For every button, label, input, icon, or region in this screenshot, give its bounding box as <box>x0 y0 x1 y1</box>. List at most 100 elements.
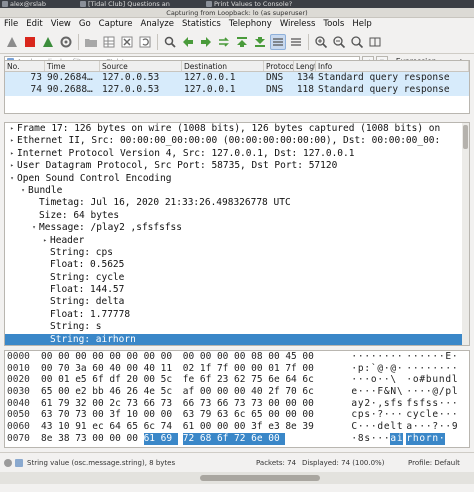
hex-byte[interactable]: 75 <box>251 374 268 386</box>
expand-arrow-right-icon[interactable]: ▸ <box>7 123 17 135</box>
stop-square-icon[interactable] <box>22 34 38 50</box>
menu-statistics[interactable]: Statistics <box>182 19 221 29</box>
hex-byte[interactable]: 00 <box>285 409 302 421</box>
hex-byte[interactable]: 6c <box>234 409 251 421</box>
hex-byte[interactable]: 6e <box>251 432 269 445</box>
hex-byte[interactable]: 63 <box>41 409 58 421</box>
hex-byte[interactable]: 8e <box>285 421 302 433</box>
menu-view[interactable]: View <box>51 19 71 29</box>
hex-byte[interactable]: 79 <box>200 409 217 421</box>
hex-byte[interactable]: 00 <box>302 409 319 421</box>
status-profile[interactable]: Profile: Default <box>408 459 474 467</box>
ascii-char[interactable]: · <box>438 432 445 445</box>
menu-help[interactable]: Help <box>352 19 371 29</box>
hex-byte[interactable]: 00 <box>144 351 161 363</box>
hex-byte[interactable]: 3f <box>109 409 126 421</box>
shark-fin-icon[interactable] <box>4 34 20 50</box>
hex-byte[interactable]: 72 <box>234 432 252 445</box>
hex-byte[interactable]: fe <box>183 374 200 386</box>
menu-tools[interactable]: Tools <box>323 19 344 29</box>
browser-tab[interactable]: [Tidal Club] Questions an <box>78 0 182 8</box>
hex-byte[interactable]: 00 <box>161 351 178 363</box>
hex-byte[interactable]: 3f <box>251 421 268 433</box>
hex-byte[interactable]: 6e <box>268 374 285 386</box>
expand-arrow-right-icon[interactable]: ▸ <box>7 148 17 160</box>
expert-info-icon[interactable] <box>4 458 12 467</box>
hex-byte[interactable]: 00 <box>302 351 319 363</box>
ascii-bytes[interactable]: · · · o · · \ · o # b u n d l <box>341 374 461 386</box>
tree-item[interactable]: ▸ Ethernet II, Src: 00:00:00_00:00:00 (00… <box>5 135 469 147</box>
hex-byte[interactable]: 79 <box>58 398 75 410</box>
hex-byte[interactable]: 26 <box>126 386 143 398</box>
expand-arrow-down-icon[interactable]: ▾ <box>7 173 17 185</box>
ascii-bytes[interactable]: c p s ·? · · · c y c l e · · · <box>341 409 461 421</box>
hex-byte[interactable]: 00 <box>234 363 251 375</box>
hex-byte[interactable]: 74 <box>161 421 178 433</box>
hex-byte[interactable]: 00 <box>200 421 217 433</box>
hex-row[interactable]: 0070 8e 38 73 00 00 00 61 69 72 68 6f 72 6e 00 · 8 s · · · a i… <box>5 432 469 445</box>
restart-fin-icon[interactable] <box>40 34 56 50</box>
hex-byte[interactable]: 38 <box>58 433 75 445</box>
tree-item[interactable]: ▾ Bundle <box>5 185 469 197</box>
tree-item[interactable]: ▸ User Datagram Protocol, Src Port: 58735… <box>5 160 469 172</box>
hex-byte[interactable]: 70 <box>58 363 75 375</box>
menu-go[interactable]: Go <box>79 19 91 29</box>
column-info[interactable]: Info <box>316 61 469 71</box>
expand-arrow-down-icon[interactable]: ▾ <box>18 185 28 197</box>
ascii-bytes[interactable]: · 8 s · · · a i r h o r n · <box>341 432 461 445</box>
hex-byte[interactable]: 00 <box>268 409 285 421</box>
menu-capture[interactable]: Capture <box>99 19 133 29</box>
hex-byte[interactable]: 00 <box>268 351 285 363</box>
ascii-bytes[interactable]: C · · · d e l t a · · ·? · · 9 <box>341 421 461 433</box>
hex-byte[interactable]: 00 <box>92 409 109 421</box>
hex-byte[interactable]: 23 <box>217 374 234 386</box>
file-grid-icon[interactable] <box>101 34 117 50</box>
tree-item[interactable]: String: cps <box>5 247 469 259</box>
tree-item[interactable]: ▸ Frame 17: 126 bytes on wire (1008 bits)… <box>5 123 469 135</box>
hex-byte[interactable]: e5 <box>75 374 92 386</box>
hex-byte[interactable]: 00 <box>234 351 251 363</box>
resize-columns-icon[interactable] <box>367 34 383 50</box>
ascii-char[interactable]: · <box>452 409 459 421</box>
column-no[interactable]: No. <box>5 61 45 71</box>
column-destination[interactable]: Destination <box>182 61 264 71</box>
hex-byte[interactable]: 00 <box>58 386 75 398</box>
hex-byte[interactable]: 00 <box>92 351 109 363</box>
hex-byte[interactable]: 3a <box>75 363 92 375</box>
hex-byte[interactable]: 66 <box>183 398 200 410</box>
hex-byte[interactable]: 39 <box>302 421 319 433</box>
menu-edit[interactable]: Edit <box>26 19 42 29</box>
hex-byte[interactable]: 40 <box>251 386 268 398</box>
hex-row[interactable]: 0010 00 70 3a 60 40 00 40 11 02 1f 7f 00 00 01 7f 00 · p: `… <box>5 363 469 375</box>
hex-byte[interactable]: 73 <box>126 398 143 410</box>
ascii-char[interactable]: l <box>452 386 459 398</box>
hex-byte[interactable]: 00 <box>92 433 109 445</box>
go-first-icon[interactable] <box>234 34 250 50</box>
hex-byte[interactable]: 60 <box>92 363 109 375</box>
hex-byte[interactable]: 68 <box>199 432 217 445</box>
hex-byte[interactable]: e3 <box>268 421 285 433</box>
scrollbar-thumb[interactable] <box>463 125 468 149</box>
hex-byte[interactable]: 00 <box>144 409 161 421</box>
hex-byte[interactable]: 7f <box>217 363 234 375</box>
hex-byte[interactable]: 00 <box>41 374 58 386</box>
close-x-icon[interactable] <box>119 34 135 50</box>
ascii-char[interactable]: · <box>452 398 459 410</box>
ascii-char[interactable]: l <box>452 374 459 386</box>
hex-byte[interactable]: 00 <box>268 398 285 410</box>
hex-byte[interactable]: 00 <box>92 398 109 410</box>
colorize-icon[interactable] <box>288 34 304 50</box>
browser-tab[interactable]: Print Values to Console? <box>204 0 304 8</box>
hex-byte[interactable]: 00 <box>217 421 234 433</box>
hex-byte[interactable]: 01 <box>268 363 285 375</box>
ascii-char[interactable]: t <box>397 421 404 433</box>
ascii-char[interactable]: · <box>397 351 404 363</box>
hex-byte[interactable]: ec <box>92 421 109 433</box>
jump-icon[interactable] <box>216 34 232 50</box>
hex-byte[interactable]: 72 <box>182 432 200 445</box>
zoom-out-icon[interactable] <box>331 34 347 50</box>
hex-byte[interactable]: 00 <box>144 374 161 386</box>
hex-byte[interactable]: 00 <box>58 351 75 363</box>
hex-byte[interactable]: 20 <box>126 374 143 386</box>
hex-byte[interactable]: 70 <box>285 386 302 398</box>
